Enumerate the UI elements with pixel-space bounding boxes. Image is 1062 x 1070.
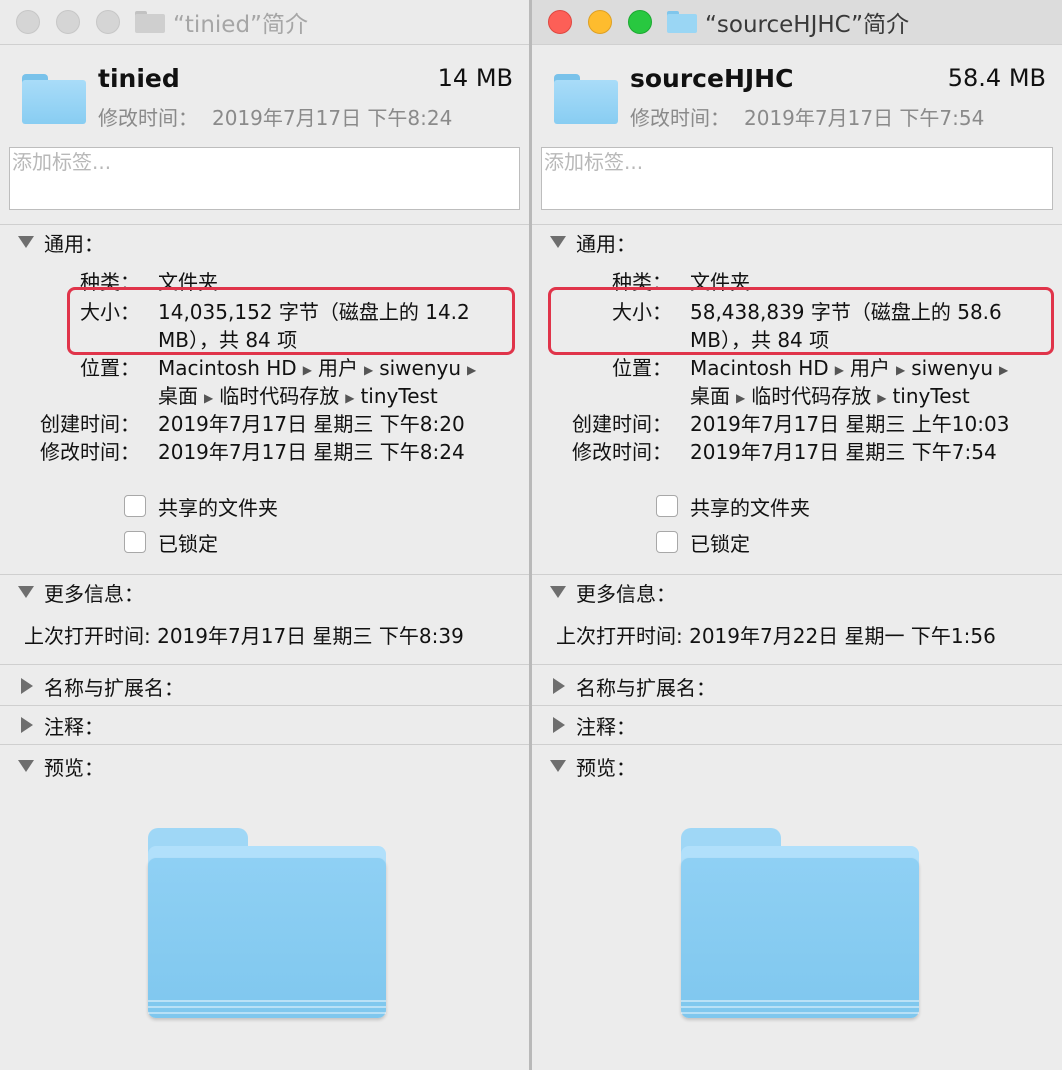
modified-summary: 修改时间： 2019年7月17日 下午8:24 (98, 106, 453, 130)
path-arrow-icon: ▶ (302, 362, 312, 377)
separator (0, 744, 529, 745)
locked-checkbox[interactable]: 已锁定 (656, 529, 750, 556)
separator (0, 574, 529, 575)
disclosure-triangle-icon[interactable] (550, 236, 566, 248)
close-button[interactable] (548, 10, 572, 34)
separator (0, 664, 529, 665)
path-line-1: Macintosh HD ▶ 用户 ▶ siwenyu ▶ (690, 356, 1009, 380)
tags-field[interactable] (541, 147, 1053, 210)
section-name-ext-toggle[interactable]: 名称与扩展名： (550, 671, 716, 701)
folder-icon (667, 11, 697, 33)
path-arrow-icon: ▶ (999, 362, 1009, 377)
title-bar[interactable]: “tinied”简介 (0, 0, 529, 45)
window-title: “sourceHJHC”简介 (705, 12, 910, 38)
close-button[interactable] (16, 10, 40, 34)
path-line-2: 桌面 ▶ 临时代码存放 ▶ tinyTest (690, 384, 970, 408)
shared-folder-checkbox[interactable]: 共享的文件夹 (124, 493, 278, 520)
path-arrow-icon: ▶ (363, 362, 374, 377)
disclosure-triangle-icon[interactable] (550, 760, 566, 772)
section-more-info-toggle[interactable]: 更多信息： (550, 577, 676, 607)
last-opened: 上次打开时间: 2019年7月22日 星期一 下午1:56 (556, 624, 996, 648)
checkbox[interactable] (124, 495, 146, 517)
disclosure-triangle-icon[interactable] (18, 236, 34, 248)
last-opened: 上次打开时间: 2019年7月17日 星期三 下午8:39 (24, 624, 464, 648)
path-arrow-icon: ▶ (834, 362, 844, 377)
section-comments-toggle[interactable]: 注释： (18, 710, 104, 740)
red-highlight-box (548, 287, 1054, 355)
path-arrow-icon: ▶ (736, 390, 746, 405)
disclosure-triangle-icon[interactable] (550, 586, 566, 598)
path-arrow-icon: ▶ (467, 362, 477, 377)
folder-preview-icon (148, 828, 386, 1018)
modified-summary: 修改时间： 2019年7月17日 下午7:54 (630, 106, 985, 130)
zoom-button[interactable] (628, 10, 652, 34)
zoom-button[interactable] (96, 10, 120, 34)
separator (0, 224, 529, 225)
separator (532, 574, 1062, 575)
red-highlight-box (67, 287, 515, 355)
minimize-button[interactable] (56, 10, 80, 34)
shared-folder-checkbox[interactable]: 共享的文件夹 (656, 493, 810, 520)
checkbox[interactable] (124, 531, 146, 553)
title-bar[interactable]: “sourceHJHC”简介 (532, 0, 1062, 45)
section-more-info-toggle[interactable]: 更多信息： (18, 577, 144, 607)
disclosure-triangle-icon[interactable] (18, 760, 34, 772)
section-comments-toggle[interactable]: 注释： (550, 710, 636, 740)
section-preview-toggle[interactable]: 预览： (18, 751, 104, 781)
folder-icon (22, 74, 86, 124)
item-size: 14 MB (437, 64, 513, 92)
disclosure-triangle-icon[interactable] (553, 717, 565, 733)
item-name: tinied (98, 64, 180, 93)
minimize-button[interactable] (588, 10, 612, 34)
section-title: 通用： (576, 231, 636, 256)
tags-input[interactable] (542, 148, 1052, 176)
path-arrow-icon: ▶ (895, 362, 906, 377)
tags-input[interactable] (10, 148, 519, 176)
folder-icon (554, 74, 618, 124)
path-line-1: Macintosh HD ▶ 用户 ▶ siwenyu ▶ (158, 356, 477, 380)
separator (532, 744, 1062, 745)
section-title: 通用： (44, 231, 104, 256)
path-arrow-icon: ▶ (204, 390, 214, 405)
path-line-2: 桌面 ▶ 临时代码存放 ▶ tinyTest (158, 384, 438, 408)
section-preview-toggle[interactable]: 预览： (550, 751, 636, 781)
section-general-toggle[interactable]: 通用： (550, 227, 636, 257)
locked-checkbox[interactable]: 已锁定 (124, 529, 218, 556)
info-header: tinied 14 MB 修改时间： 2019年7月17日 下午8:24 (0, 44, 529, 134)
disclosure-triangle-icon[interactable] (21, 678, 33, 694)
item-name: sourceHJHC (630, 64, 794, 93)
info-window-tinied[interactable]: “tinied”简介 tinied 14 MB 修改时间： 2019年7月17日 … (0, 0, 529, 1070)
separator (532, 705, 1062, 706)
tags-field[interactable] (9, 147, 520, 210)
info-header: sourceHJHC 58.4 MB 修改时间： 2019年7月17日 下午7:5… (532, 44, 1062, 134)
section-name-ext-toggle[interactable]: 名称与扩展名： (18, 671, 184, 701)
path-arrow-icon: ▶ (345, 390, 355, 405)
folder-preview-icon (681, 828, 919, 1018)
window-title: “tinied”简介 (173, 12, 308, 38)
disclosure-triangle-icon[interactable] (553, 678, 565, 694)
checkbox[interactable] (656, 531, 678, 553)
separator (532, 664, 1062, 665)
folder-icon (135, 11, 165, 33)
separator (532, 224, 1062, 225)
info-window-sourcehjhc[interactable]: “sourceHJHC”简介 sourceHJHC 58.4 MB 修改时间： 2… (532, 0, 1062, 1070)
item-size: 58.4 MB (947, 64, 1046, 92)
checkbox[interactable] (656, 495, 678, 517)
separator (0, 705, 529, 706)
disclosure-triangle-icon[interactable] (21, 717, 33, 733)
disclosure-triangle-icon[interactable] (18, 586, 34, 598)
section-general-toggle[interactable]: 通用： (18, 227, 104, 257)
path-arrow-icon: ▶ (877, 390, 887, 405)
